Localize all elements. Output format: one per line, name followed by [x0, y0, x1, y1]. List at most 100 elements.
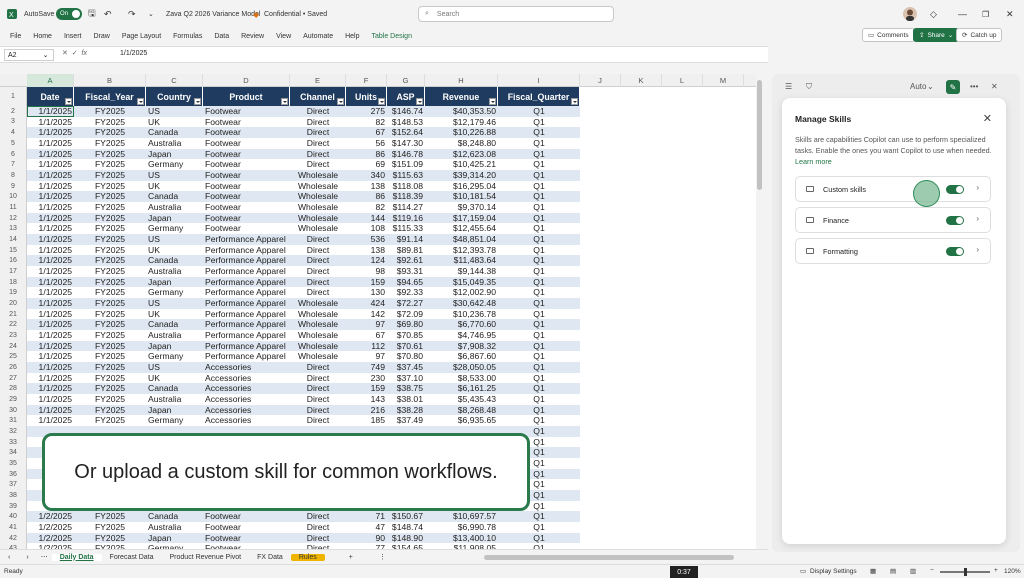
table-cell[interactable]: Q1	[498, 106, 580, 117]
filter-dropdown-icon[interactable]	[489, 98, 496, 105]
table-cell[interactable]: $9,144.38	[425, 266, 498, 277]
sheet-nav-next-icon[interactable]: ›	[18, 554, 36, 561]
table-cell[interactable]: $148.90	[387, 533, 425, 544]
table-cell[interactable]: Q1	[498, 394, 580, 405]
table-cell[interactable]: Wholesale	[290, 213, 346, 224]
table-cell[interactable]: $89.81	[387, 245, 425, 256]
table-cell[interactable]: $6,867.60	[425, 351, 498, 362]
table-cell[interactable]: Direct	[290, 138, 346, 149]
table-cell[interactable]: $10,181.54	[425, 191, 498, 202]
row-header[interactable]: 33	[0, 436, 27, 448]
table-cell[interactable]: Q1	[498, 405, 580, 416]
table-cell[interactable]: Q1	[498, 362, 580, 373]
table-cell[interactable]: 1/1/2025	[27, 383, 74, 394]
table-cell[interactable]: $7,908.32	[425, 341, 498, 352]
table-cell[interactable]: Australia	[146, 266, 203, 277]
row-header[interactable]: 31	[0, 415, 27, 427]
table-cell[interactable]: 1/1/2025	[27, 277, 74, 288]
table-cell[interactable]: 138	[346, 245, 387, 256]
table-cell[interactable]: 97	[346, 319, 387, 330]
table-cell[interactable]: Wholesale	[290, 341, 346, 352]
column-header[interactable]: I	[498, 74, 580, 87]
table-cell[interactable]: Direct	[290, 159, 346, 170]
table-cell[interactable]: $118.39	[387, 191, 425, 202]
table-cell[interactable]: Germany	[146, 159, 203, 170]
table-cell[interactable]: Performance Apparel	[203, 309, 290, 320]
table-cell[interactable]: Direct	[290, 266, 346, 277]
table-cell[interactable]: Performance Apparel	[203, 255, 290, 266]
skill-row-finance[interactable]: Finance ›	[795, 207, 991, 233]
table-cell[interactable]: FY2025	[74, 213, 146, 224]
menu-review[interactable]: Review	[235, 33, 270, 40]
table-cell[interactable]: Performance Apparel	[203, 351, 290, 362]
table-cell[interactable]: Q1	[498, 159, 580, 170]
menu-table-design[interactable]: Table Design	[366, 33, 418, 40]
row-header[interactable]: 7	[0, 159, 27, 170]
table-cell[interactable]: Q1	[498, 234, 580, 245]
table-cell[interactable]: $5,435.43	[425, 394, 498, 405]
table-cell[interactable]: US	[146, 106, 203, 117]
filter-dropdown-icon[interactable]	[194, 98, 201, 105]
table-cell[interactable]: Footwear	[203, 223, 290, 234]
filter-dropdown-icon[interactable]	[65, 98, 72, 105]
row-header[interactable]: 28	[0, 383, 27, 395]
table-cell[interactable]: Footwear	[203, 533, 290, 544]
row-header[interactable]: 9	[0, 180, 27, 192]
table-cell[interactable]: Wholesale	[290, 191, 346, 202]
table-cell[interactable]: Q1	[498, 319, 580, 330]
close-icon[interactable]: ✕	[1006, 0, 1014, 28]
name-box[interactable]: A2 ⌄	[4, 49, 54, 61]
table-cell[interactable]: $37.45	[387, 362, 425, 373]
table-cell[interactable]: Wholesale	[290, 202, 346, 213]
table-cell[interactable]: 143	[346, 394, 387, 405]
table-cell[interactable]: FY2025	[74, 405, 146, 416]
fx-icon[interactable]: fx	[82, 50, 87, 57]
menu-help[interactable]: Help	[339, 33, 365, 40]
table-cell[interactable]: $150.67	[387, 511, 425, 522]
table-cell[interactable]: Q1	[498, 287, 580, 298]
menu-icon[interactable]: ☰	[785, 82, 792, 91]
table-cell[interactable]: Accessories	[203, 373, 290, 384]
search-box[interactable]: ⌕ Search	[418, 6, 614, 22]
new-chat-icon[interactable]: ✎	[946, 80, 960, 94]
zoom-out-icon[interactable]: −	[930, 567, 934, 574]
user-avatar[interactable]	[903, 0, 917, 28]
table-cell[interactable]: FY2025	[74, 170, 146, 181]
row-header[interactable]: 5	[0, 138, 27, 149]
table-cell[interactable]: $9,370.14	[425, 202, 498, 213]
table-cell[interactable]: FY2025	[74, 319, 146, 330]
table-cell[interactable]: $115.63	[387, 170, 425, 181]
chevron-down-icon[interactable]: ⌄	[927, 82, 934, 91]
table-cell[interactable]: US	[146, 234, 203, 245]
column-header[interactable]: D	[203, 74, 290, 87]
table-cell[interactable]: Q1	[498, 255, 580, 266]
cancel-formula-icon[interactable]: ✕	[62, 50, 68, 57]
table-cell[interactable]: $70.61	[387, 341, 425, 352]
table-cell[interactable]: Germany	[146, 287, 203, 298]
table-cell[interactable]: Japan	[146, 341, 203, 352]
table-header-cell[interactable]: Product	[203, 87, 290, 106]
table-cell[interactable]: 1/1/2025	[27, 149, 74, 160]
save-icon[interactable]: 🖫	[88, 0, 96, 28]
table-cell[interactable]: 1/1/2025	[27, 223, 74, 234]
table-cell[interactable]: Accessories	[203, 394, 290, 405]
table-cell[interactable]: $148.53	[387, 117, 425, 128]
table-cell[interactable]: FY2025	[74, 127, 146, 138]
table-cell[interactable]: Performance Apparel	[203, 287, 290, 298]
sensitivity-status[interactable]: Confidential • Saved	[264, 0, 327, 28]
sheet-tab-forecast-data[interactable]: Forecast Data	[102, 554, 162, 561]
table-cell[interactable]: Q1	[498, 522, 580, 533]
table-cell[interactable]: $10,425.21	[425, 159, 498, 170]
table-cell[interactable]: UK	[146, 117, 203, 128]
table-cell[interactable]: Canada	[146, 191, 203, 202]
table-cell[interactable]: FY2025	[74, 181, 146, 192]
table-cell[interactable]: Direct	[290, 149, 346, 160]
table-cell[interactable]: $8,533.00	[425, 373, 498, 384]
filter-dropdown-icon[interactable]	[571, 98, 578, 105]
table-cell[interactable]: FY2025	[74, 202, 146, 213]
table-cell[interactable]: FY2025	[74, 255, 146, 266]
column-header[interactable]: G	[387, 74, 425, 87]
table-cell[interactable]: 749	[346, 362, 387, 373]
row-header[interactable]: 10	[0, 191, 27, 203]
scrollbar-thumb[interactable]	[757, 80, 762, 190]
